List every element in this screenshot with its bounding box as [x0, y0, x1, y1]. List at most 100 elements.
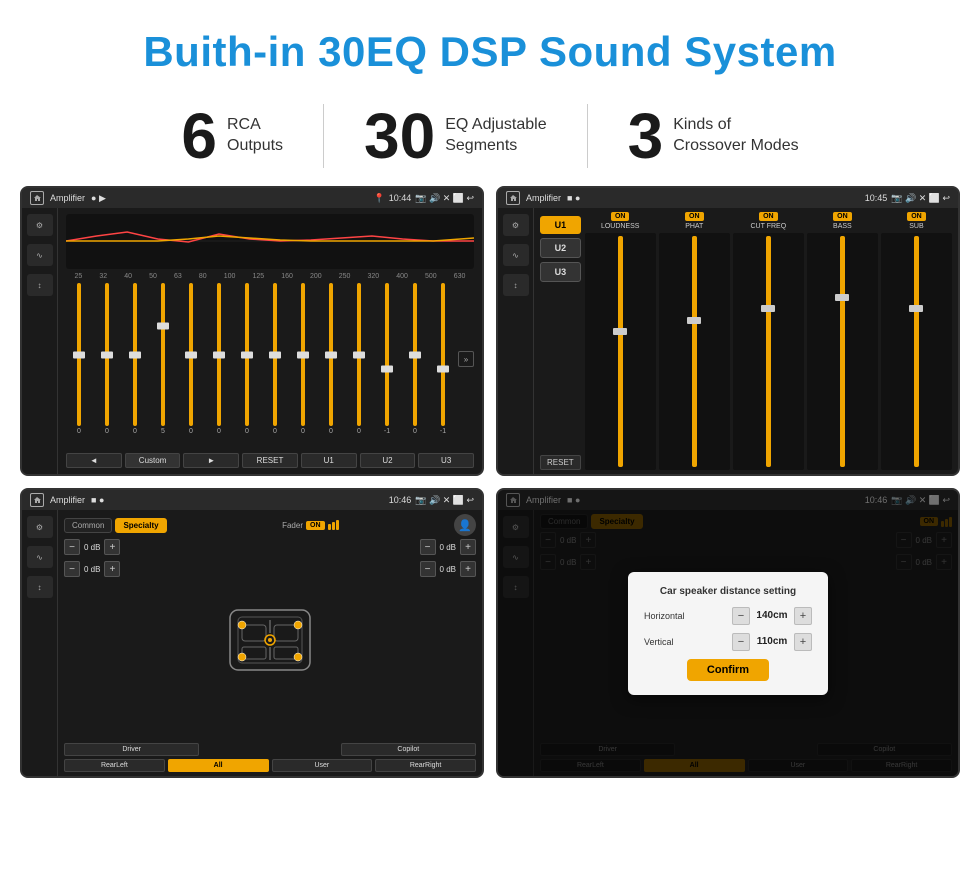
sub-label: SUB — [909, 223, 923, 230]
eq-play-btn[interactable]: ► — [183, 453, 239, 468]
horizontal-minus-btn[interactable]: − — [732, 607, 750, 625]
home-icon-2[interactable] — [506, 191, 520, 205]
vol-plus-2[interactable]: + — [104, 561, 120, 577]
slider-track-13[interactable] — [413, 283, 417, 426]
channel-bass: ON BASS — [807, 212, 878, 470]
vol-minus-2[interactable]: − — [64, 561, 80, 577]
home-icon-3[interactable] — [30, 493, 44, 507]
slider-track-10[interactable] — [329, 283, 333, 426]
eq-reset-btn[interactable]: RESET — [242, 453, 298, 468]
slider-col-11: 0 — [346, 283, 372, 435]
slider-track-3[interactable] — [133, 283, 137, 426]
fader-on-toggle[interactable]: ON — [306, 521, 325, 530]
preset-col: U1 U2 U3 RESET — [540, 212, 581, 470]
channel-cutfreq: ON CUT FREQ — [733, 212, 804, 470]
btn-spacer1 — [202, 743, 337, 756]
btn-driver[interactable]: Driver — [64, 743, 199, 756]
crossover-app-title: Amplifier — [526, 193, 561, 203]
speaker-tabs: Common Specialty — [64, 518, 167, 533]
preset-u2-btn[interactable]: U2 — [540, 238, 581, 258]
slider-col-12: -1 — [374, 283, 400, 435]
btn-user[interactable]: User — [272, 759, 373, 772]
eq-status-dots: ● ▶ — [91, 193, 106, 204]
crossover-side-btn-3[interactable]: ↕ — [503, 274, 529, 296]
loudness-on-badge[interactable]: ON — [611, 212, 630, 221]
slider-track-2[interactable] — [105, 283, 109, 426]
slider-track-14[interactable] — [441, 283, 445, 426]
stat-rca-text: RCAOutputs — [227, 115, 283, 157]
speaker-diagram — [124, 539, 415, 740]
slider-track-7[interactable] — [245, 283, 249, 426]
tab-common[interactable]: Common — [64, 518, 112, 533]
slider-track-1[interactable] — [77, 283, 81, 426]
vol-minus-3[interactable]: − — [420, 539, 436, 555]
vol-val-4: 0 dB — [440, 565, 456, 574]
vol-val-2: 0 dB — [84, 565, 100, 574]
vertical-minus-btn[interactable]: − — [732, 633, 750, 651]
bass-on-badge[interactable]: ON — [833, 212, 852, 221]
phat-label: PHAT — [685, 223, 703, 230]
vertical-value: 110cm — [754, 636, 790, 647]
slider-track-11[interactable] — [357, 283, 361, 426]
slider-track-5[interactable] — [189, 283, 193, 426]
speaker-dialog-screen: Amplifier ■ ● 10:46 📷 🔊 ✕ ⬜ ↩ ⚙ ∿ ↕ — [496, 488, 960, 778]
eq-side-btn-1[interactable]: ⚙ — [27, 214, 53, 236]
modal-overlay: Car speaker distance setting Horizontal … — [498, 490, 958, 776]
speaker-side-btn-1[interactable]: ⚙ — [27, 516, 53, 538]
vol-plus-4[interactable]: + — [460, 561, 476, 577]
vertical-plus-btn[interactable]: + — [794, 633, 812, 651]
btn-all[interactable]: All — [168, 759, 269, 772]
slider-track-9[interactable] — [301, 283, 305, 426]
speaker-side-btn-2[interactable]: ∿ — [27, 546, 53, 568]
speaker-screen: Amplifier ■ ● 10:46 📷 🔊 ✕ ⬜ ↩ ⚙ ∿ ↕ — [20, 488, 484, 778]
eq-icons: 📷 🔊 ✕ ⬜ ↩ — [415, 193, 474, 204]
crossover-reset-btn[interactable]: RESET — [540, 455, 581, 470]
page-title: Buith-in 30EQ DSP Sound System — [0, 0, 980, 94]
eq-u3-btn[interactable]: U3 — [418, 453, 474, 468]
eq-preset-label[interactable]: Custom — [125, 453, 181, 468]
eq-u2-btn[interactable]: U2 — [360, 453, 416, 468]
slider-col-14: -1 — [430, 283, 456, 435]
vol-val-3: 0 dB — [440, 543, 456, 552]
slider-track-6[interactable] — [217, 283, 221, 426]
preset-u3-btn[interactable]: U3 — [540, 262, 581, 282]
profile-icon[interactable]: 👤 — [454, 514, 476, 536]
slider-track-8[interactable] — [273, 283, 277, 426]
slider-col-8: 0 — [262, 283, 288, 435]
btn-copilot[interactable]: Copilot — [341, 743, 476, 756]
sub-on-badge[interactable]: ON — [907, 212, 926, 221]
home-icon[interactable] — [30, 191, 44, 205]
btn-rearright[interactable]: RearRight — [375, 759, 476, 772]
vertical-stepper: − 110cm + — [732, 633, 812, 651]
confirm-button[interactable]: Confirm — [687, 659, 769, 681]
speaker-status-bar: Amplifier ■ ● 10:46 📷 🔊 ✕ ⬜ ↩ — [22, 490, 482, 510]
phat-on-badge[interactable]: ON — [685, 212, 704, 221]
page-container: Buith-in 30EQ DSP Sound System 6 RCAOutp… — [0, 0, 980, 788]
crossover-side-btn-1[interactable]: ⚙ — [503, 214, 529, 236]
eq-side-btn-3[interactable]: ↕ — [27, 274, 53, 296]
crossover-status-bar: Amplifier ■ ● 10:45 📷 🔊 ✕ ⬜ ↩ — [498, 188, 958, 208]
cutfreq-label: CUT FREQ — [751, 223, 787, 230]
eq-side-btn-2[interactable]: ∿ — [27, 244, 53, 266]
slider-track-12[interactable] — [385, 283, 389, 426]
horizontal-plus-btn[interactable]: + — [794, 607, 812, 625]
speaker-layout: − 0 dB + − 0 dB + — [64, 539, 476, 740]
crossover-side-btn-2[interactable]: ∿ — [503, 244, 529, 266]
crossover-channels: ON LOUDNESS ON PHAT — [585, 212, 952, 470]
speaker-side-btn-3[interactable]: ↕ — [27, 576, 53, 598]
eq-u1-btn[interactable]: U1 — [301, 453, 357, 468]
vol-plus-3[interactable]: + — [460, 539, 476, 555]
vol-minus-1[interactable]: − — [64, 539, 80, 555]
slider-col-2: 0 — [94, 283, 120, 435]
vol-plus-1[interactable]: + — [104, 539, 120, 555]
vol-minus-4[interactable]: − — [420, 561, 436, 577]
cutfreq-on-badge[interactable]: ON — [759, 212, 778, 221]
preset-u1-btn[interactable]: U1 — [540, 216, 581, 234]
btn-rearleft[interactable]: RearLeft — [64, 759, 165, 772]
crossover-status-dots: ■ ● — [567, 193, 580, 203]
eq-more-btn[interactable]: » — [458, 351, 474, 367]
vol-row-2: − 0 dB + — [64, 561, 120, 577]
slider-track-4[interactable] — [161, 283, 165, 426]
eq-prev-btn[interactable]: ◄ — [66, 453, 122, 468]
tab-specialty[interactable]: Specialty — [115, 518, 166, 533]
